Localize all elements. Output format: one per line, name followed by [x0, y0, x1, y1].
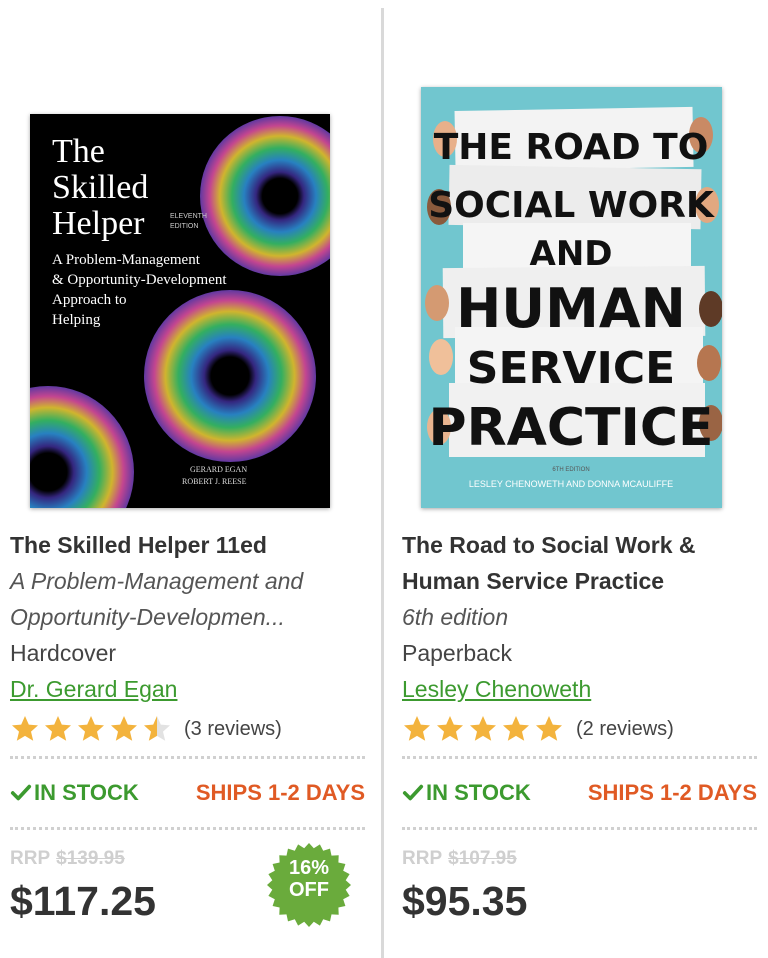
- star-icon: [12, 716, 38, 741]
- cover-artwork: The Skilled Helper ELEVENTH EDITION A Pr…: [30, 116, 330, 508]
- star-rating[interactable]: (3 reviews): [10, 714, 282, 744]
- rrp-value: $107.95: [448, 848, 517, 869]
- stock-label: IN STOCK: [34, 780, 139, 805]
- cover-author-2: ROBERT J. REESE: [182, 477, 247, 486]
- rrp-price: RRP $139.95: [10, 848, 125, 870]
- rrp-price: RRP $107.95: [402, 848, 517, 870]
- checkmark-icon: [10, 784, 32, 801]
- product-subtitle: 6th edition: [402, 604, 509, 630]
- cover-edition: 6TH EDITION: [552, 467, 589, 473]
- product-title-line-1[interactable]: The Road to Social Work &: [402, 527, 757, 563]
- sale-price: $95.35: [402, 878, 528, 924]
- discount-percent: 16%: [288, 857, 330, 879]
- review-count[interactable]: (3 reviews): [184, 718, 282, 741]
- star-icon: [111, 716, 137, 741]
- review-count[interactable]: (2 reviews): [576, 718, 674, 741]
- rrp-value: $139.95: [56, 848, 125, 869]
- product-card: The Skilled Helper ELEVENTH EDITION A Pr…: [0, 0, 370, 958]
- cover-subtitle-1: A Problem-Management: [52, 252, 201, 268]
- stock-status: IN STOCK: [402, 780, 531, 806]
- star-icon: [45, 716, 71, 741]
- author-link[interactable]: Lesley Chenoweth: [402, 671, 591, 707]
- product-title-line-2[interactable]: Human Service Practice: [402, 563, 757, 599]
- star-icon: [144, 716, 170, 741]
- product-format: Hardcover: [10, 640, 117, 666]
- dotted-divider: [402, 756, 757, 759]
- cover-title-3: Helper: [52, 205, 145, 242]
- star-icon: [437, 716, 463, 741]
- product-subtitle-line-2: Opportunity-Developmen...: [10, 604, 285, 630]
- cover-subtitle-3: Approach to: [52, 292, 127, 308]
- star-icon: [404, 716, 430, 741]
- cover-edition-1: ELEVENTH: [170, 213, 207, 220]
- stock-label: IN STOCK: [426, 780, 531, 805]
- cover-authors: LESLEY CHENOWETH AND DONNA MCAULIFFE: [469, 479, 673, 489]
- discount-badge: 16% OFF: [266, 857, 352, 901]
- cover-title-6: PRACTICE: [428, 398, 713, 458]
- dotted-divider: [10, 756, 365, 759]
- cover-title-2: Skilled: [52, 169, 148, 206]
- product-format: Paperback: [402, 640, 512, 666]
- star-icon: [503, 716, 529, 741]
- cover-edition-2: EDITION: [170, 223, 198, 230]
- discount-off: OFF: [289, 879, 329, 901]
- rrp-label: RRP: [10, 848, 51, 869]
- product-title[interactable]: The Skilled Helper 11ed: [10, 527, 365, 563]
- column-divider: [381, 8, 384, 958]
- star-icon: [78, 716, 104, 741]
- cover-title-3: AND: [530, 234, 613, 274]
- cover-title-1: THE ROAD TO: [434, 127, 709, 168]
- star-icon: [536, 716, 562, 741]
- shipping-info: SHIPS 1-2 DAYS: [587, 780, 757, 805]
- stars: [10, 714, 172, 744]
- dotted-divider: [10, 827, 365, 830]
- cover-title-5: SERVICE: [467, 343, 675, 394]
- cover-title-1: The: [52, 133, 105, 170]
- cover-subtitle-2: & Opportunity-Development: [52, 272, 227, 288]
- cover-author-1: GERARD EGAN: [190, 465, 247, 474]
- stars: [402, 714, 564, 744]
- cover-title-4: HUMAN: [456, 277, 686, 340]
- book-cover-image[interactable]: THE ROAD TO SOCIAL WORK AND HUMAN SERVIC…: [421, 87, 722, 508]
- stock-status: IN STOCK: [10, 780, 139, 806]
- product-subtitle-line-1: A Problem-Management and: [10, 568, 304, 594]
- author-link[interactable]: Dr. Gerard Egan: [10, 671, 177, 707]
- book-cover-image[interactable]: The Skilled Helper ELEVENTH EDITION A Pr…: [30, 114, 330, 508]
- checkmark-icon: [402, 784, 424, 801]
- star-icon: [470, 716, 496, 741]
- product-card: THE ROAD TO SOCIAL WORK AND HUMAN SERVIC…: [392, 0, 762, 958]
- cover-subtitle-4: Helping: [52, 312, 101, 328]
- star-rating[interactable]: (2 reviews): [402, 714, 674, 744]
- cover-artwork: THE ROAD TO SOCIAL WORK AND HUMAN SERVIC…: [421, 87, 722, 508]
- cover-title-2: SOCIAL WORK: [428, 185, 715, 226]
- dotted-divider: [402, 827, 757, 830]
- shipping-info: SHIPS 1-2 DAYS: [195, 780, 365, 805]
- rrp-label: RRP: [402, 848, 443, 869]
- sale-price: $117.25: [10, 878, 156, 924]
